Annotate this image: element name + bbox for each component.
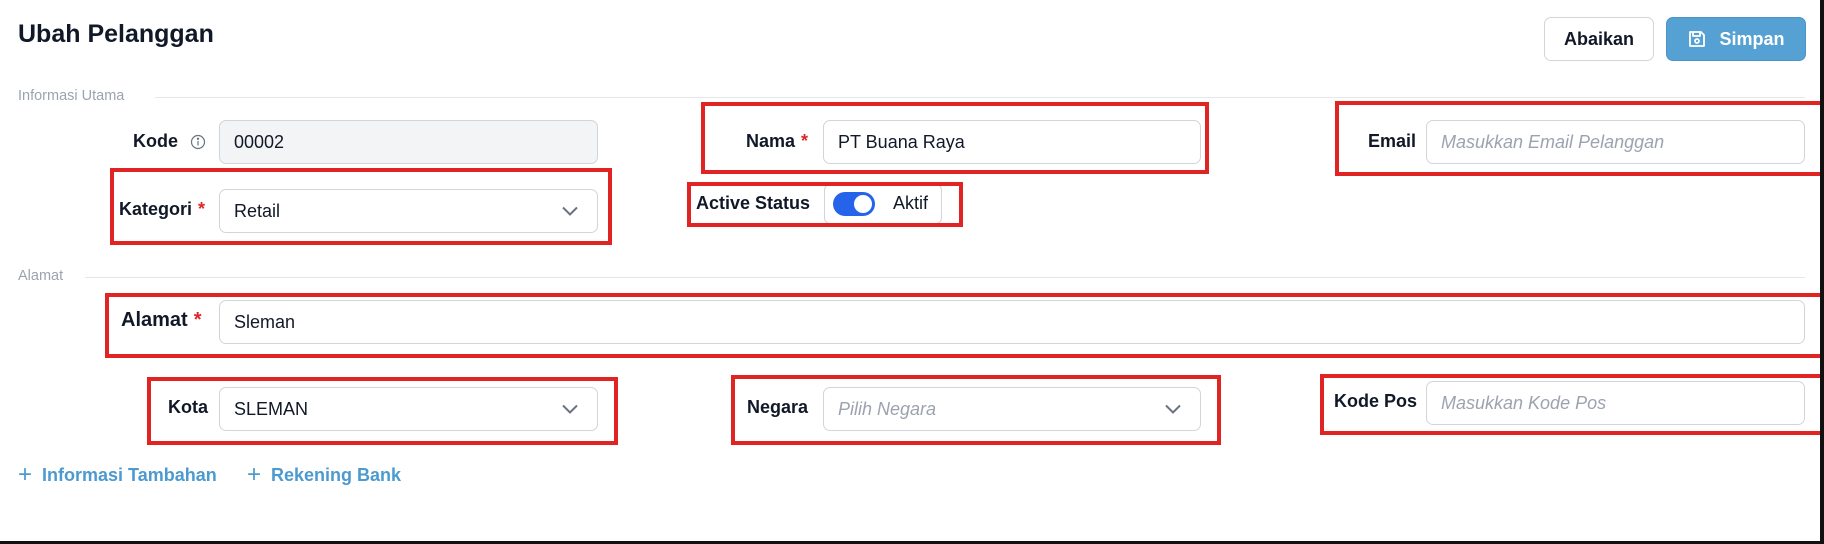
save-button[interactable]: Simpan [1666,17,1806,61]
plus-icon: + [247,461,262,488]
info-icon[interactable] [190,134,206,155]
add-informasi-tambahan-link[interactable]: + Informasi Tambahan [18,463,217,487]
add-rekening-bank-link[interactable]: + Rekening Bank [247,463,401,487]
highlight-kode-pos [1320,374,1824,435]
section-divider [155,97,1805,98]
highlight-kategori [110,168,612,245]
informasi-tambahan-label: Informasi Tambahan [42,464,217,485]
kode-label: Kode [133,131,178,151]
highlight-kota [147,377,618,445]
save-button-label: Simpan [1719,28,1785,49]
kode-value: 00002 [234,131,285,152]
window-edge [1820,0,1824,544]
highlight-email [1335,101,1824,176]
cancel-button[interactable]: Abaikan [1544,17,1654,61]
rekening-bank-label: Rekening Bank [271,464,402,485]
plus-icon: + [18,461,33,488]
section-title-main: Informasi Utama [18,88,125,104]
section-title-address: Alamat [18,268,64,284]
highlight-negara [731,375,1221,445]
highlight-nama [701,102,1209,174]
kode-field: 00002 [219,120,598,164]
section-divider [85,277,1805,278]
cancel-button-label: Abaikan [1563,28,1635,49]
highlight-alamat [105,293,1824,358]
page-title: Ubah Pelanggan [18,20,214,48]
save-icon [1687,29,1707,49]
highlight-active-status [687,182,963,227]
